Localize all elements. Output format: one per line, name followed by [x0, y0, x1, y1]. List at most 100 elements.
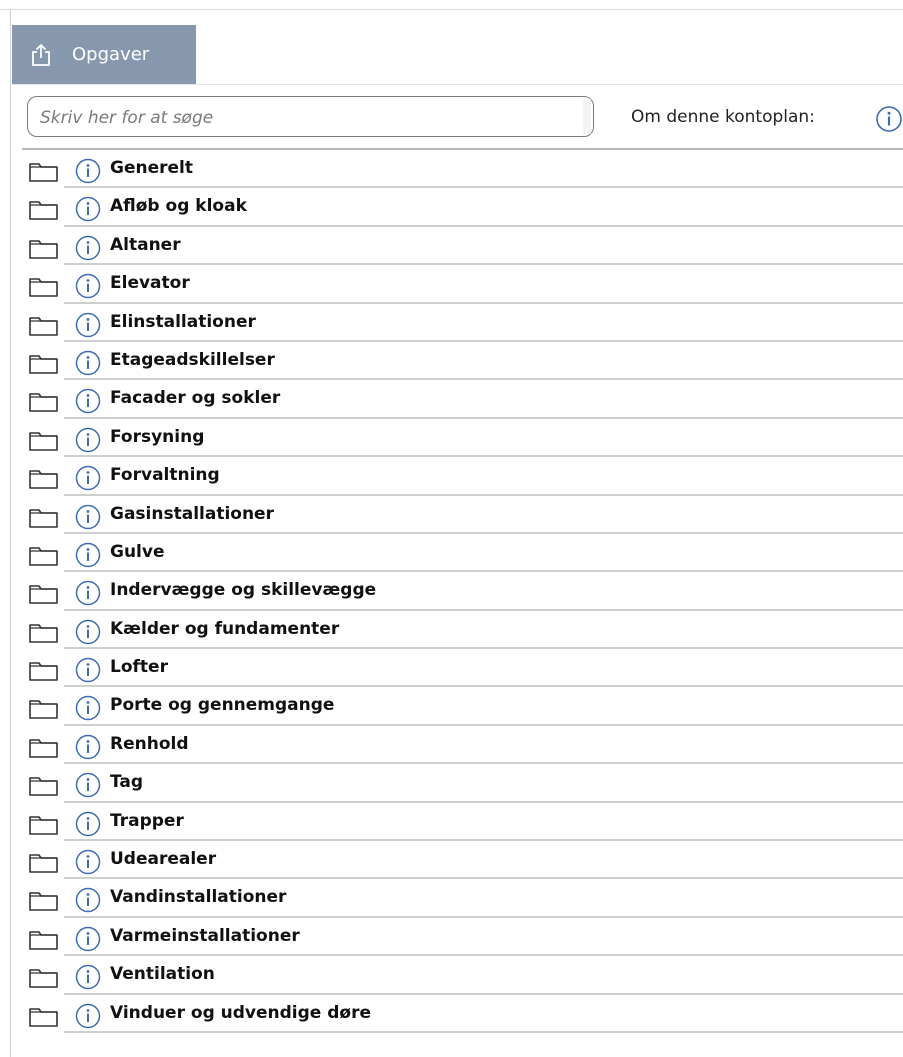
- info-icon[interactable]: [75, 657, 101, 687]
- tree-item-label[interactable]: Gulve: [110, 542, 165, 562]
- tree-item-label[interactable]: Afløb og kloak: [110, 196, 247, 216]
- tree-item-label[interactable]: Ventilation: [110, 964, 215, 984]
- folder-icon[interactable]: [29, 469, 59, 493]
- tree-item[interactable]: Porte og gennemgange: [22, 687, 903, 726]
- tab-label: Opgaver: [72, 44, 150, 65]
- info-icon[interactable]: [75, 734, 101, 764]
- tree-item[interactable]: Varmeinstallationer: [22, 918, 903, 957]
- folder-icon[interactable]: [29, 968, 59, 992]
- tree-item-label[interactable]: Elevator: [110, 273, 190, 293]
- folder-icon[interactable]: [29, 546, 59, 570]
- folder-icon[interactable]: [29, 930, 59, 954]
- folder-icon[interactable]: [29, 508, 59, 532]
- tree-item-label[interactable]: Lofter: [110, 657, 168, 677]
- info-icon[interactable]: [75, 504, 101, 534]
- tree-item[interactable]: Forsyning: [22, 419, 903, 458]
- info-icon[interactable]: [75, 196, 101, 226]
- info-icon[interactable]: [75, 542, 101, 572]
- tree-item-label[interactable]: Generelt: [110, 158, 193, 178]
- info-icon[interactable]: [75, 849, 101, 879]
- tree-item[interactable]: Ventilation: [22, 956, 903, 995]
- info-icon[interactable]: [75, 580, 101, 610]
- folder-icon[interactable]: [29, 776, 59, 800]
- folder-icon[interactable]: [29, 1007, 59, 1031]
- tree-item-label[interactable]: Kælder og fundamenter: [110, 619, 339, 639]
- folder-icon[interactable]: [29, 699, 59, 723]
- tree-item[interactable]: Kælder og fundamenter: [22, 611, 903, 650]
- folder-icon[interactable]: [29, 661, 59, 685]
- search-input[interactable]: [38, 103, 567, 132]
- info-icon[interactable]: [75, 350, 101, 380]
- tree-item[interactable]: Elevator: [22, 265, 903, 304]
- tree-item-label[interactable]: Vinduer og udvendige døre: [110, 1003, 371, 1023]
- folder-icon[interactable]: [29, 200, 59, 224]
- info-icon[interactable]: [75, 887, 101, 917]
- tree-item[interactable]: Gulve: [22, 534, 903, 573]
- folder-icon[interactable]: [29, 354, 59, 378]
- folder-icon[interactable]: [29, 162, 59, 186]
- tree-item[interactable]: Vandinstallationer: [22, 879, 903, 918]
- tree-item[interactable]: Indervægge og skillevægge: [22, 572, 903, 611]
- folder-icon[interactable]: [29, 584, 59, 608]
- tree-item-label[interactable]: Trapper: [110, 811, 184, 831]
- info-icon[interactable]: [75, 695, 101, 725]
- tree-item-label[interactable]: Porte og gennemgange: [110, 695, 334, 715]
- row-divider: [64, 1030, 903, 1033]
- tree-item[interactable]: Generelt: [22, 150, 903, 189]
- tree-item[interactable]: Lofter: [22, 649, 903, 688]
- tree-item-label[interactable]: Varmeinstallationer: [110, 926, 300, 946]
- folder-icon[interactable]: [29, 392, 59, 416]
- info-icon[interactable]: [75, 465, 101, 495]
- info-icon[interactable]: [75, 312, 101, 342]
- tree-item-label[interactable]: Indervægge og skillevægge: [110, 580, 376, 600]
- tree-item-label[interactable]: Vandinstallationer: [110, 887, 286, 907]
- info-icon[interactable]: [75, 427, 101, 457]
- tree-item-label[interactable]: Forvaltning: [110, 465, 220, 485]
- tree-item[interactable]: Gasinstallationer: [22, 496, 903, 534]
- tree-item[interactable]: Trapper: [22, 803, 903, 842]
- info-icon[interactable]: [75, 1003, 101, 1033]
- tree-item[interactable]: Renhold: [22, 726, 903, 765]
- folder-icon[interactable]: [29, 277, 59, 301]
- tree-item[interactable]: Etageadskillelser: [22, 342, 903, 381]
- folder-icon[interactable]: [29, 891, 59, 915]
- tree-item[interactable]: Elinstallationer: [22, 304, 903, 342]
- tree-item-label[interactable]: Elinstallationer: [110, 312, 256, 332]
- folder-icon[interactable]: [29, 316, 59, 340]
- tree-item-label[interactable]: Gasinstallationer: [110, 504, 274, 524]
- folder-icon[interactable]: [29, 815, 59, 839]
- tree-item-label[interactable]: Altaner: [110, 235, 181, 255]
- folder-icon[interactable]: [29, 738, 59, 762]
- folder-icon[interactable]: [29, 431, 59, 455]
- tree-item[interactable]: Altaner: [22, 227, 903, 266]
- info-icon[interactable]: [75, 811, 101, 841]
- info-icon[interactable]: [75, 388, 101, 418]
- info-icon[interactable]: [75, 964, 101, 994]
- tree-item[interactable]: Facader og sokler: [22, 380, 903, 419]
- folder-icon[interactable]: [29, 853, 59, 877]
- tab-opgaver[interactable]: Opgaver: [12, 25, 196, 84]
- folder-icon[interactable]: [29, 239, 59, 263]
- tree-item[interactable]: Udearealer: [22, 841, 903, 880]
- info-icon[interactable]: [875, 105, 903, 137]
- info-icon[interactable]: [75, 273, 101, 303]
- info-icon[interactable]: [75, 619, 101, 649]
- tree-item-label[interactable]: Renhold: [110, 734, 189, 754]
- tree-item-label[interactable]: Tag: [110, 772, 143, 792]
- tree-item[interactable]: Vinduer og udvendige døre: [22, 995, 903, 1033]
- tree-item-label[interactable]: Udearealer: [110, 849, 216, 869]
- tree-item-label[interactable]: Facader og sokler: [110, 388, 280, 408]
- info-icon[interactable]: [75, 158, 101, 188]
- folder-icon[interactable]: [29, 623, 59, 647]
- info-icon[interactable]: [75, 926, 101, 956]
- search-box: [27, 96, 594, 137]
- tree-item[interactable]: Afløb og kloak: [22, 188, 903, 227]
- tree-item[interactable]: Forvaltning: [22, 457, 903, 496]
- info-icon[interactable]: [75, 772, 101, 802]
- tree-item-label[interactable]: Forsyning: [110, 427, 204, 447]
- tree-item[interactable]: Tag: [22, 764, 903, 803]
- info-icon[interactable]: [75, 235, 101, 265]
- about-chart-label: Om denne kontoplan:: [631, 107, 815, 127]
- tree-item-label[interactable]: Etageadskillelser: [110, 350, 275, 370]
- search-input-edge: [583, 99, 591, 134]
